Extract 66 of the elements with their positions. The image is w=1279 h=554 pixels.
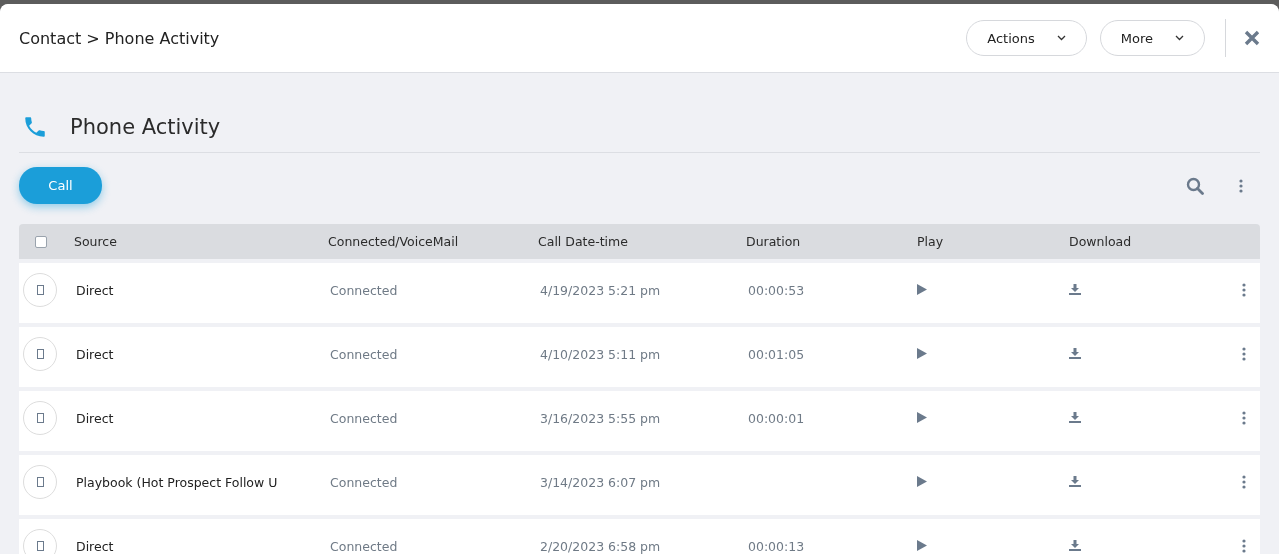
checkbox-circle[interactable] xyxy=(23,337,57,371)
row-checkbox[interactable] xyxy=(36,541,44,551)
download-icon[interactable] xyxy=(1069,283,1081,295)
download-icon[interactable] xyxy=(1069,411,1081,423)
column-header: Download xyxy=(1069,234,1133,249)
datetime-cell-text: 4/10/2023 5:11 pm xyxy=(539,346,662,362)
status-cell-text: Connected xyxy=(329,282,399,298)
phone-icon xyxy=(22,114,48,140)
play-icon[interactable] xyxy=(917,347,927,359)
column-header: Source xyxy=(74,234,118,249)
close-icon[interactable] xyxy=(1244,30,1260,46)
source-cell-text: Direct xyxy=(75,538,115,554)
column-header: Connected/VoiceMail xyxy=(328,234,460,249)
chevron-down-icon xyxy=(1175,35,1184,41)
row-checkbox[interactable] xyxy=(36,413,44,423)
checkbox-circle[interactable] xyxy=(23,529,57,554)
column-header: Duration xyxy=(746,234,802,249)
row-menu-icon[interactable] xyxy=(1242,475,1246,489)
checkbox-circle[interactable] xyxy=(23,465,57,499)
status-cell-text: Connected xyxy=(329,474,399,490)
row-menu-icon[interactable] xyxy=(1242,411,1246,425)
datetime-cell-text: 4/19/2023 5:21 pm xyxy=(539,282,662,298)
select-all-checkbox[interactable] xyxy=(35,235,47,248)
section-title: Phone Activity xyxy=(70,115,221,139)
search-icon[interactable] xyxy=(1186,176,1204,195)
source-cell-text: Direct xyxy=(75,410,115,426)
status-cell-text: Connected xyxy=(329,538,399,554)
download-icon[interactable] xyxy=(1069,347,1081,359)
row-checkbox[interactable] xyxy=(36,349,44,359)
play-icon[interactable] xyxy=(917,539,927,551)
row-checkbox[interactable] xyxy=(36,285,44,295)
table-row[interactable]: Direct Connected 4/19/2023 5:21 pm 00:00:53 xyxy=(19,263,1260,323)
duration-cell-text: 00:01:05 xyxy=(747,346,806,362)
source-cell-text: Direct xyxy=(75,346,115,362)
column-header: Call Date-time xyxy=(538,234,629,249)
duration-cell-text: 00:00:01 xyxy=(747,410,806,426)
datetime-cell-text: 2/20/2023 6:58 pm xyxy=(539,538,662,554)
more-options-icon[interactable] xyxy=(1239,178,1243,193)
table-row[interactable]: Direct Connected 3/16/2023 5:55 pm 00:00:01 xyxy=(19,391,1260,451)
row-checkbox[interactable] xyxy=(36,477,44,487)
table-row[interactable]: Direct Connected 2/20/2023 6:58 pm 00:00:13 xyxy=(19,519,1260,554)
status-cell-text: Connected xyxy=(329,410,399,426)
play-icon[interactable] xyxy=(917,411,927,423)
row-menu-icon[interactable] xyxy=(1242,283,1246,297)
download-icon[interactable] xyxy=(1069,475,1081,487)
status-cell-text: Connected xyxy=(329,346,399,362)
row-menu-icon[interactable] xyxy=(1242,539,1246,553)
datetime-cell-text: 3/16/2023 5:55 pm xyxy=(539,410,662,426)
chevron-down-icon xyxy=(1056,35,1066,41)
dropdown-button[interactable]: More xyxy=(1099,20,1205,56)
checkbox-circle[interactable] xyxy=(23,273,57,307)
row-menu-icon[interactable] xyxy=(1242,347,1246,361)
duration-cell-text: 00:00:13 xyxy=(747,538,806,554)
source-cell-text: Direct xyxy=(75,282,115,298)
checkbox-circle[interactable] xyxy=(23,401,57,435)
breadcrumb-title: Contact > Phone Activity xyxy=(19,28,221,48)
datetime-cell-text: 3/14/2023 6:07 pm xyxy=(539,474,662,490)
source-cell-text: Playbook (Hot Prospect Follow U xyxy=(75,474,279,490)
play-icon[interactable] xyxy=(917,283,927,295)
table-row[interactable]: Playbook (Hot Prospect Follow U Connected 3/14/2023 6:07 pm xyxy=(19,455,1260,515)
duration-cell-text: 00:00:53 xyxy=(747,282,806,298)
table-row[interactable]: Direct Connected 4/10/2023 5:11 pm 00:01:05 xyxy=(19,327,1260,387)
column-header: Play xyxy=(917,234,945,249)
play-icon[interactable] xyxy=(917,475,927,487)
dropdown-button[interactable]: Actions xyxy=(966,20,1087,56)
download-icon[interactable] xyxy=(1069,539,1081,551)
